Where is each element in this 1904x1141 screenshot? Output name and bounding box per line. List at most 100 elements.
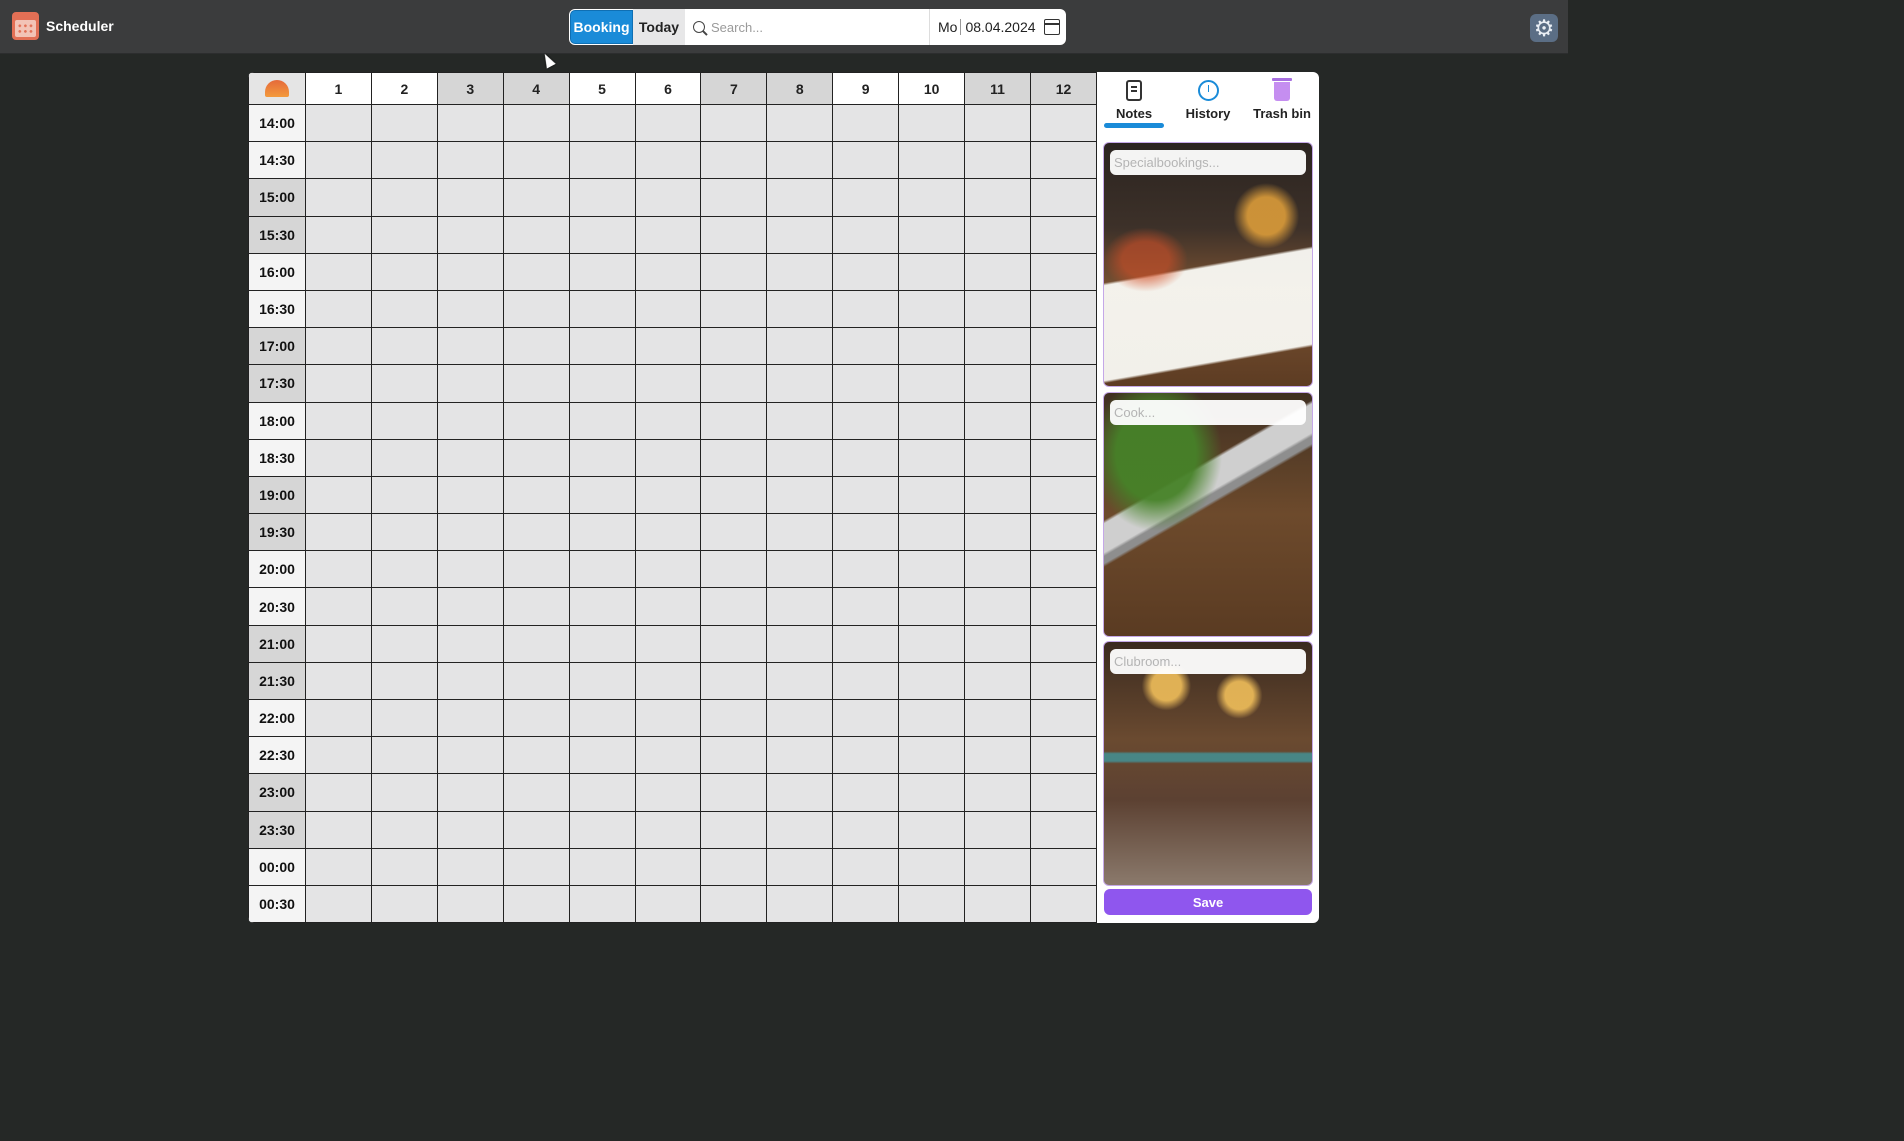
booking-cell[interactable] [370, 810, 438, 849]
booking-cell[interactable] [832, 289, 900, 329]
booking-cell[interactable] [766, 698, 834, 738]
booking-cell[interactable] [766, 475, 834, 515]
booking-cell[interactable] [964, 401, 1031, 440]
booking-cell[interactable] [766, 364, 834, 403]
booking-cell[interactable] [964, 141, 1031, 180]
booking-cell[interactable] [1029, 810, 1097, 849]
booking-cell[interactable] [898, 587, 966, 626]
booking-cell[interactable] [1029, 550, 1097, 589]
booking-cell[interactable] [1029, 773, 1097, 812]
booking-cell[interactable] [634, 103, 702, 143]
booking-cell[interactable] [436, 252, 504, 291]
booking-cell[interactable] [568, 773, 636, 812]
booking-cell[interactable] [436, 178, 504, 217]
booking-cell[interactable] [964, 289, 1031, 329]
booking-cell[interactable] [634, 736, 702, 775]
booking-cell[interactable] [832, 736, 900, 775]
booking-cell[interactable] [370, 624, 438, 663]
booking-cell[interactable] [305, 475, 372, 515]
booking-cell[interactable] [305, 141, 372, 180]
booking-cell[interactable] [370, 475, 438, 515]
booking-cell[interactable] [568, 438, 636, 477]
booking-cell[interactable] [832, 624, 900, 663]
booking-cell[interactable] [502, 736, 570, 775]
booking-cell[interactable] [436, 141, 504, 180]
booking-cell[interactable] [568, 289, 636, 329]
booking-cell[interactable] [436, 624, 504, 663]
booking-cell[interactable] [1029, 401, 1097, 440]
booking-cell[interactable] [502, 587, 570, 626]
booking-cell[interactable] [964, 327, 1031, 366]
booking-cell[interactable] [436, 550, 504, 589]
booking-cell[interactable] [305, 289, 372, 329]
booking-cell[interactable] [502, 364, 570, 403]
booking-cell[interactable] [700, 624, 768, 663]
booking-cell[interactable] [1029, 587, 1097, 626]
cook-note-input[interactable] [1110, 400, 1306, 425]
booking-cell[interactable] [502, 884, 570, 923]
today-button[interactable]: Today [633, 9, 685, 45]
booking-cell[interactable] [898, 327, 966, 366]
booking-cell[interactable] [436, 401, 504, 440]
table-column-header[interactable]: 8 [766, 72, 834, 105]
booking-cell[interactable] [964, 847, 1031, 886]
booking-cell[interactable] [766, 289, 834, 329]
booking-cell[interactable] [436, 513, 504, 552]
booking-cell[interactable] [766, 624, 834, 663]
booking-cell[interactable] [305, 773, 372, 812]
booking-cell[interactable] [568, 661, 636, 701]
specialbookings-note-input[interactable] [1110, 150, 1306, 175]
booking-cell[interactable] [832, 401, 900, 440]
booking-cell[interactable] [898, 141, 966, 180]
booking-button[interactable]: Booking [570, 10, 633, 44]
booking-cell[interactable] [634, 847, 702, 886]
booking-cell[interactable] [766, 438, 834, 477]
booking-cell[interactable] [370, 327, 438, 366]
booking-cell[interactable] [832, 698, 900, 738]
booking-cell[interactable] [305, 178, 372, 217]
booking-cell[interactable] [370, 513, 438, 552]
booking-cell[interactable] [832, 661, 900, 701]
booking-cell[interactable] [568, 178, 636, 217]
booking-cell[interactable] [370, 661, 438, 701]
booking-cell[interactable] [700, 513, 768, 552]
booking-cell[interactable] [898, 661, 966, 701]
booking-cell[interactable] [370, 847, 438, 886]
booking-cell[interactable] [700, 215, 768, 254]
booking-cell[interactable] [766, 513, 834, 552]
booking-cell[interactable] [634, 810, 702, 849]
booking-cell[interactable] [502, 289, 570, 329]
booking-cell[interactable] [634, 327, 702, 366]
booking-cell[interactable] [502, 661, 570, 701]
booking-cell[interactable] [370, 103, 438, 143]
booking-cell[interactable] [898, 550, 966, 589]
booking-cell[interactable] [700, 252, 768, 291]
booking-cell[interactable] [305, 327, 372, 366]
booking-cell[interactable] [766, 103, 834, 143]
booking-cell[interactable] [832, 364, 900, 403]
app-brand[interactable]: Scheduler [12, 12, 114, 40]
booking-cell[interactable] [964, 215, 1031, 254]
booking-cell[interactable] [502, 401, 570, 440]
booking-cell[interactable] [568, 587, 636, 626]
booking-cell[interactable] [502, 624, 570, 663]
booking-cell[interactable] [436, 661, 504, 701]
calendar-picker-icon[interactable] [1043, 19, 1060, 35]
booking-cell[interactable] [832, 513, 900, 552]
table-column-header[interactable]: 2 [370, 72, 438, 105]
booking-cell[interactable] [1029, 624, 1097, 663]
tab-notes[interactable]: Notes [1097, 72, 1171, 132]
booking-cell[interactable] [305, 810, 372, 849]
booking-cell[interactable] [305, 438, 372, 477]
booking-cell[interactable] [568, 624, 636, 663]
booking-cell[interactable] [634, 884, 702, 923]
booking-cell[interactable] [634, 289, 702, 329]
booking-cell[interactable] [436, 475, 504, 515]
booking-cell[interactable] [305, 215, 372, 254]
booking-cell[interactable] [436, 587, 504, 626]
booking-cell[interactable] [436, 698, 504, 738]
table-column-header[interactable]: 12 [1029, 72, 1097, 105]
booking-cell[interactable] [634, 587, 702, 626]
booking-cell[interactable] [1029, 141, 1097, 180]
booking-cell[interactable] [305, 661, 372, 701]
